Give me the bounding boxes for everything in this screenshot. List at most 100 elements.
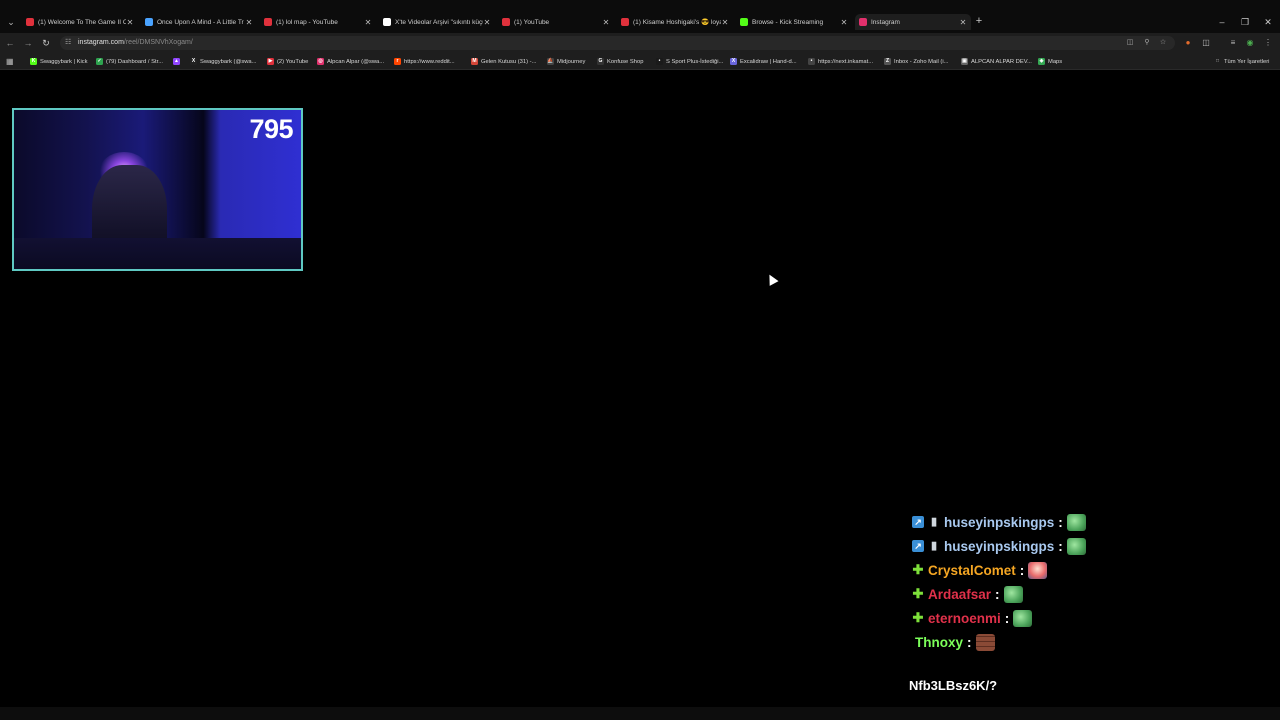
bookmark-favicon-icon: ▶	[267, 58, 274, 65]
bookmark-item[interactable]: M Gelen Kutusu (31) -...	[471, 56, 536, 67]
bookmark-favicon-icon: X	[190, 58, 197, 65]
bird-icon	[145, 18, 153, 26]
bookmark-favicon-icon: K	[30, 58, 37, 65]
tab-close-icon[interactable]: ✕	[483, 18, 491, 27]
bookmark-favicon-icon: •	[656, 58, 663, 65]
extensions-puzzle-icon[interactable]: ◫	[1200, 37, 1212, 49]
tab-0[interactable]: (1) Welcome To The Game II Of ✕	[22, 14, 138, 30]
plus-badge-icon: ✚	[912, 586, 924, 601]
minimize-icon[interactable]: –	[1215, 15, 1229, 29]
tab-title: X'te Videolar Arşivi "sıkıntı küçü	[395, 18, 483, 26]
tab-3[interactable]: X'te Videolar Arşivi "sıkıntı küçü ✕	[379, 14, 495, 30]
tab-close-icon[interactable]: ✕	[364, 18, 372, 27]
zoom-icon[interactable]: ⚲	[1142, 38, 1152, 48]
youtube-icon	[621, 18, 629, 26]
tab-close-icon[interactable]: ✕	[959, 18, 967, 27]
bookmark-item[interactable]: ◎ Alpcan Alpar (@swa...	[317, 56, 384, 67]
browser-toolbar: ← → ↻ ☷ instagram.com/reel/DMSNVhXogam/ …	[0, 33, 1280, 53]
forward-button[interactable]: →	[22, 36, 34, 50]
bookmark-label: (2) YouTube	[277, 58, 309, 65]
tab-title: Instagram	[871, 18, 900, 26]
tab-title: (1) Welcome To The Game II Of	[38, 18, 126, 26]
tab-7[interactable]: Instagram ✕	[855, 14, 971, 30]
tab-strip: ⌄ (1) Welcome To The Game II Of ✕ Once Upo…	[0, 0, 1280, 33]
new-tab-button[interactable]: +	[973, 15, 985, 27]
tab-title: Browse - Kick Streaming	[752, 18, 824, 26]
chat-separator: :	[1058, 514, 1063, 530]
tab-close-icon[interactable]: ✕	[721, 18, 729, 27]
site-info-icon[interactable]: ☷	[65, 38, 75, 48]
extension-icon[interactable]: ●	[1182, 37, 1194, 49]
all-bookmarks-folder[interactable]: □ Tüm Yer İşaretleri	[1214, 56, 1269, 67]
bookmark-item[interactable]: r https://www.reddit...	[394, 56, 455, 67]
bookmark-label: ALPCAN ALPAR DEV...	[971, 58, 1032, 65]
tab-2[interactable]: (1) lol map - YouTube ✕	[260, 14, 376, 30]
tab-4[interactable]: (1) YouTube ✕	[498, 14, 614, 30]
bookmark-item[interactable]: ◈ Maps	[1038, 56, 1062, 67]
bookmark-favicon-icon: G	[597, 58, 604, 65]
bookmark-item[interactable]: X Swaggybark (@swa...	[190, 56, 256, 67]
tab-close-icon[interactable]: ✕	[245, 18, 253, 27]
bookmark-favicon-icon: M	[471, 58, 478, 65]
install-app-icon[interactable]: ◫	[1125, 38, 1135, 48]
reload-button[interactable]: ↻	[40, 36, 52, 50]
bookmark-favicon-icon: r	[394, 58, 401, 65]
all-bookmarks-label: Tüm Yer İşaretleri	[1224, 58, 1270, 65]
bookmark-item[interactable]: K Swaggybark | Kick	[30, 56, 88, 67]
tab-5[interactable]: (1) Kisame Hoshigaki's 😎 loya ✕	[617, 14, 733, 30]
tab-close-icon[interactable]: ✕	[840, 18, 848, 27]
bookmark-item[interactable]: ▶ (2) YouTube	[267, 56, 308, 67]
bookmark-item[interactable]: • https://next.inkamat...	[808, 56, 873, 67]
plus-badge-icon: ✚	[912, 610, 924, 625]
mod-badge-icon: ▮	[930, 540, 938, 552]
bookmark-favicon-icon: ⛵	[547, 58, 554, 65]
youtube-icon	[26, 18, 34, 26]
bookmark-item[interactable]: X Excalidraw | Hand-d...	[730, 56, 797, 67]
restore-icon[interactable]: ❐	[1238, 15, 1252, 29]
profile-avatar-icon[interactable]: ◉	[1244, 37, 1256, 49]
tab-1[interactable]: Once Upon A Mind - A Little Tr ✕	[141, 14, 257, 30]
bookmark-item[interactable]: • S Sport Plus-İstediği...	[656, 56, 723, 67]
reading-list-icon[interactable]: ≡	[1227, 37, 1239, 49]
address-bar[interactable]: ☷ instagram.com/reel/DMSNVhXogam/ ◫ ⚲ ☆	[60, 36, 1175, 50]
chat-username[interactable]: Ardaafsar	[928, 587, 991, 602]
mod-badge-icon: ▮	[930, 516, 938, 528]
viewer-count: 795	[249, 114, 293, 144]
url-text[interactable]: instagram.com/reel/DMSNVhXogam/	[78, 38, 193, 48]
bookmark-favicon-icon: ◎	[317, 58, 324, 65]
bookmark-item[interactable]: ⛵ Midjourney	[547, 56, 585, 67]
bookmark-item[interactable]: ✓ (79) Dashboard / Str...	[96, 56, 163, 67]
chat-message: Thnoxy:	[915, 633, 995, 651]
bookmark-label: Maps	[1048, 58, 1063, 65]
plus-badge-icon: ✚	[912, 562, 924, 577]
back-button[interactable]: ←	[4, 36, 16, 50]
tab-6[interactable]: Browse - Kick Streaming ✕	[736, 14, 852, 30]
bookmark-item[interactable]: G Konfuse Shop	[597, 56, 643, 67]
chat-username[interactable]: huseyinpskingps	[944, 515, 1054, 530]
desk-area	[14, 238, 301, 269]
bookmark-item[interactable]: ▲	[173, 56, 183, 67]
bookmark-label: https://next.inkamat...	[818, 58, 874, 65]
bookmark-item[interactable]: Z Inbox - Zoho Mail (i...	[884, 56, 948, 67]
tab-search-chevron-icon[interactable]: ⌄	[4, 15, 18, 29]
chat-separator: :	[1019, 562, 1025, 578]
bookmark-label: Alpcan Alpar (@swa...	[327, 58, 385, 65]
close-window-icon[interactable]: ✕	[1261, 15, 1275, 29]
chat-separator: :	[1058, 538, 1063, 554]
chat-username[interactable]: eternoenmi	[928, 611, 1001, 626]
chat-username[interactable]: Thnoxy	[915, 635, 963, 650]
bookmark-label: Swaggybark | Kick	[40, 58, 88, 65]
kick-icon	[740, 18, 748, 26]
chat-separator: :	[995, 586, 1000, 602]
chat-username[interactable]: huseyinpskingps	[944, 539, 1054, 554]
bookmark-label: https://www.reddit...	[404, 58, 455, 65]
apps-grid-icon[interactable]: ▦	[6, 56, 14, 67]
bookmark-label: S Sport Plus-İstediği...	[666, 58, 724, 65]
tab-close-icon[interactable]: ✕	[126, 18, 134, 27]
chat-username[interactable]: CrystalComet	[928, 563, 1016, 578]
menu-kebab-icon[interactable]: ⋮	[1262, 37, 1274, 49]
bookmark-item[interactable]: ▣ ALPCAN ALPAR DEV...	[961, 56, 1032, 67]
youtube-icon	[264, 18, 272, 26]
bookmark-star-icon[interactable]: ☆	[1158, 38, 1168, 48]
tab-close-icon[interactable]: ✕	[602, 18, 610, 27]
